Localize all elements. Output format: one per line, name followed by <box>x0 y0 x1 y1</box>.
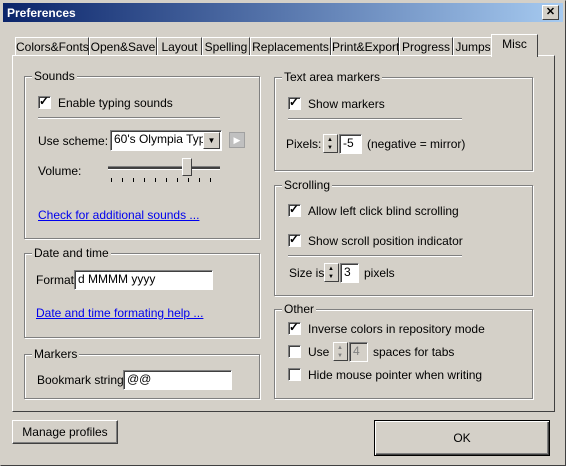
tab-open-save[interactable]: Open&Save <box>89 37 157 56</box>
size-input[interactable]: 3 <box>340 263 359 283</box>
tab-replacements[interactable]: Replacements <box>250 37 331 56</box>
slider-tick <box>188 178 189 182</box>
tab-layout[interactable]: Layout <box>157 37 202 56</box>
tab-jumps[interactable]: Jumps <box>453 37 493 56</box>
date-format-input[interactable]: d MMMM yyyy <box>74 270 213 290</box>
scheme-select[interactable]: 60's Olympia Typewriter ▼ <box>110 130 222 151</box>
tab-spaces-checkbox[interactable] <box>288 345 301 358</box>
pixels-input[interactable]: -5 <box>339 134 362 154</box>
show-markers-checkbox[interactable] <box>288 95 301 110</box>
ok-button[interactable]: OK <box>374 420 550 456</box>
hide-pointer-checkbox[interactable] <box>288 368 301 381</box>
markers-title: Markers <box>32 347 80 361</box>
size-label: Size is <box>289 266 325 280</box>
chevron-down-icon[interactable]: ▼ <box>203 132 220 149</box>
sounds-separator <box>38 117 220 119</box>
date-help-link[interactable]: Date and time formating help ... <box>36 306 203 320</box>
slider-tick <box>177 178 178 182</box>
pixels-hint: (negative = mirror) <box>367 137 466 151</box>
blind-scrolling-checkbox[interactable] <box>288 202 301 217</box>
text-area-markers-title: Text area markers <box>282 70 383 84</box>
text-area-markers-group: Text area markers <box>274 70 533 171</box>
volume-slider-thumb[interactable] <box>182 158 192 176</box>
tab-spaces-spinner[interactable]: ▲ ▼ <box>333 342 348 361</box>
slider-tick <box>199 178 200 182</box>
volume-label: Volume: <box>38 164 82 178</box>
format-label: Format: <box>36 273 78 287</box>
title-bar[interactable]: Preferences ✕ <box>3 3 563 22</box>
window-title: Preferences <box>7 6 76 20</box>
blind-scrolling-label: Allow left click blind scrolling <box>308 204 459 218</box>
tab-print-export[interactable]: Print&Export <box>331 37 399 56</box>
scrolling-title: Scrolling <box>282 178 333 192</box>
pixels-spinner[interactable]: ▲ ▼ <box>323 134 338 153</box>
markers-separator <box>288 118 462 120</box>
spin-up-icon[interactable]: ▲ <box>337 345 343 351</box>
slider-tick <box>133 178 134 182</box>
close-button[interactable]: ✕ <box>542 5 559 20</box>
scheme-label: Use scheme: <box>38 134 109 148</box>
other-title: Other <box>282 302 317 316</box>
tab-spaces-input[interactable]: 4 <box>349 342 368 362</box>
scrolling-separator <box>288 255 462 257</box>
tab-progress[interactable]: Progress <box>399 37 453 56</box>
spin-down-icon[interactable]: ▼ <box>337 353 343 359</box>
tab-spelling[interactable]: Spelling <box>202 37 250 56</box>
scroll-indicator-label: Show scroll position indicator <box>308 234 463 248</box>
spin-down-icon[interactable]: ▼ <box>328 274 334 280</box>
slider-tick <box>122 178 123 182</box>
spin-up-icon[interactable]: ▲ <box>328 266 334 272</box>
scroll-indicator-checkbox[interactable] <box>288 232 301 247</box>
size-spinner[interactable]: ▲ ▼ <box>324 263 339 282</box>
datetime-group: Date and time <box>24 246 260 338</box>
slider-tick <box>166 178 167 182</box>
spin-up-icon[interactable]: ▲ <box>327 137 333 143</box>
spin-down-icon[interactable]: ▼ <box>327 145 333 151</box>
slider-tick <box>210 178 211 182</box>
hide-pointer-label: Hide mouse pointer when writing <box>308 368 483 382</box>
slider-tick <box>144 178 145 182</box>
enable-sounds-checkbox[interactable] <box>38 94 51 109</box>
pixels-label: Pixels: <box>286 137 322 151</box>
play-icon[interactable]: ▶ <box>229 132 245 148</box>
size-unit: pixels <box>364 266 395 280</box>
volume-slider-track[interactable] <box>108 166 220 170</box>
slider-tick <box>111 178 112 182</box>
show-markers-label: Show markers <box>308 97 385 111</box>
slider-tick <box>155 178 156 182</box>
tab-colors-fonts[interactable]: Colors&Fonts <box>15 37 89 56</box>
datetime-title: Date and time <box>32 246 111 260</box>
sounds-title: Sounds <box>32 69 77 83</box>
enable-sounds-label: Enable typing sounds <box>58 96 173 110</box>
inverse-colors-checkbox[interactable] <box>288 320 301 335</box>
check-sounds-link[interactable]: Check for additional sounds ... <box>38 208 199 222</box>
tab-misc[interactable]: Misc <box>491 34 538 57</box>
manage-profiles-button[interactable]: Manage profiles <box>12 420 118 444</box>
bookmark-input[interactable]: @@ <box>123 370 232 390</box>
use-label: Use <box>308 345 330 359</box>
bookmark-label: Bookmark string: <box>37 373 128 387</box>
inverse-colors-label: Inverse colors in repository mode <box>308 322 485 336</box>
use-suffix: spaces for tabs <box>373 345 455 359</box>
